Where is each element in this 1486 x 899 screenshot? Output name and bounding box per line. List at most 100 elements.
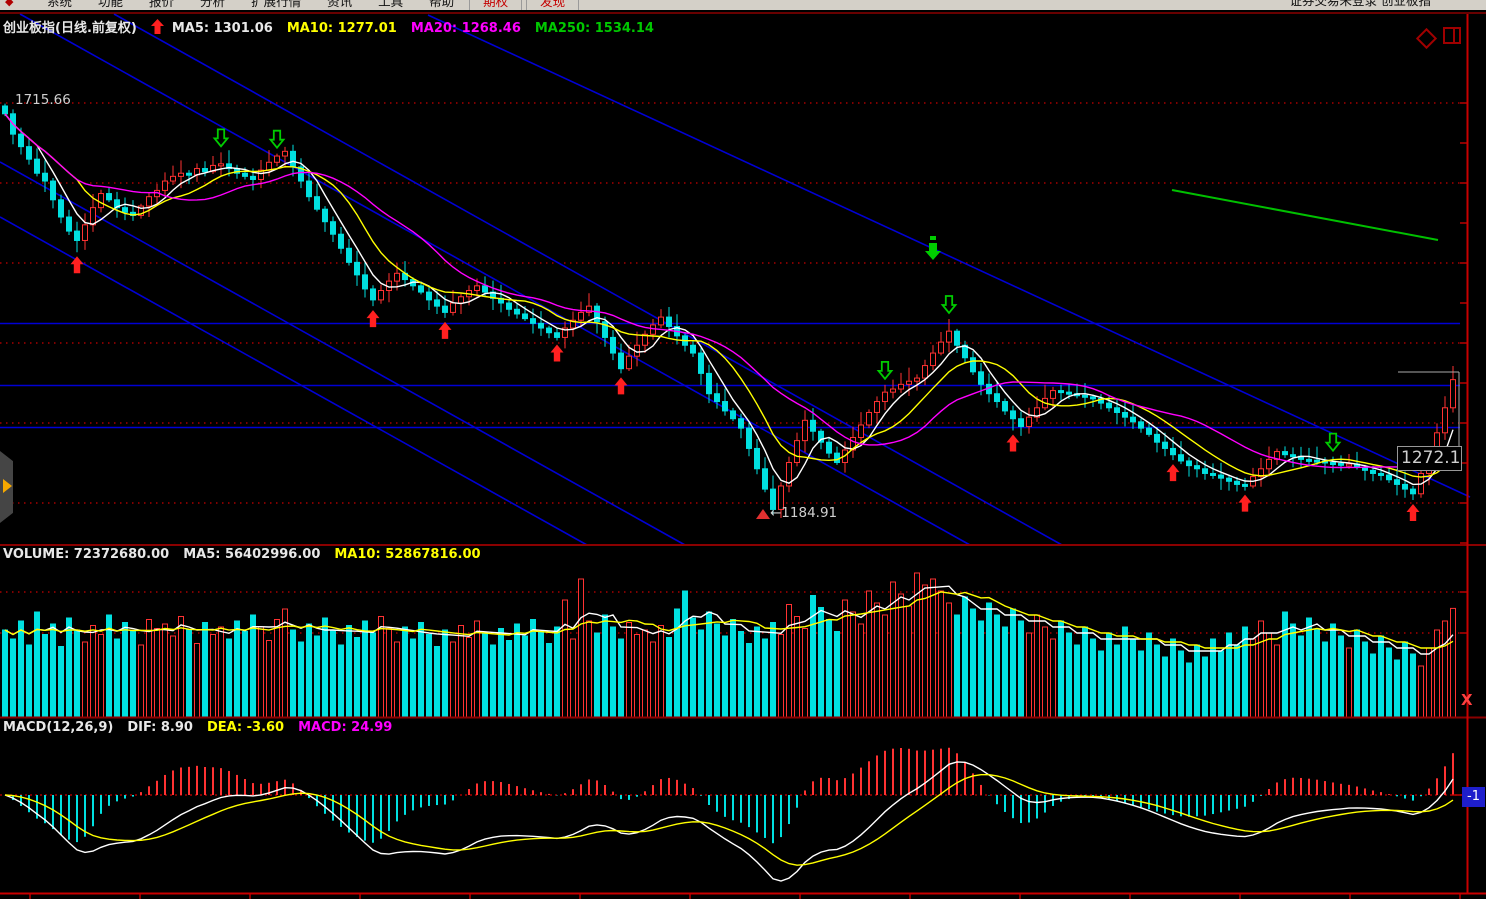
volume-bar: [339, 645, 344, 717]
volume-bar: [1163, 657, 1168, 717]
candle: [83, 225, 88, 241]
volume-bar: [531, 620, 536, 718]
candle: [859, 425, 864, 438]
candle: [395, 273, 400, 281]
volume-bar: [323, 618, 328, 717]
volume-bar: [595, 633, 600, 717]
ma250-value: MA250: 1534.14: [535, 21, 654, 36]
volume-bar: [1323, 642, 1328, 717]
candle: [595, 306, 600, 322]
volume-ma5-value: MA5: 56402996.00: [183, 547, 320, 562]
volume-bar: [499, 629, 504, 718]
volume-bar: [1371, 654, 1376, 717]
chart-graphics[interactable]: [0, 0, 1486, 899]
candle: [163, 181, 168, 190]
volume-bar: [659, 626, 664, 718]
volume-bar: [779, 635, 784, 718]
candle: [755, 448, 760, 468]
volume-bar: [11, 639, 16, 717]
volume-bar: [275, 620, 280, 718]
volume-bar: [387, 629, 392, 718]
volume-bar: [691, 618, 696, 717]
candle: [1003, 402, 1008, 411]
volume-bar: [1115, 645, 1120, 717]
candle: [723, 402, 728, 411]
volume-bar: [1003, 627, 1008, 717]
candle: [1403, 484, 1408, 489]
candle: [283, 151, 288, 156]
volume-bar: [1131, 639, 1136, 717]
volume-bar: [547, 644, 552, 718]
volume-bar: [1203, 657, 1208, 717]
volume-bar: [1027, 633, 1032, 717]
volume-bar: [883, 615, 888, 717]
volume-bar: [51, 624, 56, 717]
candle: [1331, 463, 1336, 465]
diamond-icon[interactable]: [1416, 28, 1437, 49]
volume-bar: [483, 633, 488, 717]
volume-bar: [219, 627, 224, 717]
volume-bar: [123, 623, 128, 718]
candle: [1059, 391, 1064, 393]
volume-bar: [1051, 639, 1056, 717]
volume-bar: [99, 635, 104, 718]
candle: [243, 173, 248, 176]
volume-bar: [451, 642, 456, 717]
candle: [691, 345, 696, 353]
candle: [827, 442, 832, 453]
volume-bar: [347, 626, 352, 718]
volume-bar: [715, 624, 720, 717]
volume-bar: [403, 627, 408, 717]
last-price-box: 1272.1: [1397, 446, 1462, 471]
split-window-icon[interactable]: [1443, 27, 1461, 44]
volume-bar: [827, 620, 832, 718]
candle: [1155, 434, 1160, 442]
volume-bar: [259, 627, 264, 717]
candle: [907, 381, 912, 384]
panel-close-button[interactable]: X: [1461, 691, 1473, 709]
trading-app-window: ◆ 系统功能报价分析扩展行情资讯工具帮助期权发现 证券交易未登录 创业板指 创业…: [0, 0, 1486, 899]
volume-bar: [1091, 639, 1096, 717]
macd-value: MACD: 24.99: [298, 720, 392, 735]
volume-bar: [579, 579, 584, 717]
kline-header: 创业板指(日线.前复权)MA5: 1301.06MA10: 1277.01MA2…: [3, 17, 668, 36]
candle: [531, 319, 536, 324]
volume-bar: [1283, 612, 1288, 717]
volume-bar: [1427, 648, 1432, 717]
volume-bar: [3, 630, 8, 717]
candle: [51, 181, 56, 200]
candle: [203, 169, 208, 172]
volume-bar: [563, 600, 568, 717]
candle: [1451, 380, 1456, 408]
candle: [443, 306, 448, 312]
volume-bar: [931, 579, 936, 717]
volume-bar: [235, 621, 240, 717]
volume-bar: [427, 635, 432, 718]
macd-name: MACD(12,26,9): [3, 720, 113, 735]
volume-bar: [763, 639, 768, 717]
candle: [979, 372, 984, 385]
volume-bar: [755, 627, 760, 717]
volume-bar: [155, 629, 160, 718]
volume-bar: [491, 645, 496, 717]
candle: [267, 162, 272, 170]
macd-header: MACD(12,26,9)DIF: 8.90DEA: -3.60MACD: 24…: [3, 720, 406, 735]
candle: [579, 312, 584, 320]
volume-bar: [171, 636, 176, 717]
sidebar-drawer-handle[interactable]: [0, 451, 13, 523]
low-marker-icon: [756, 509, 770, 519]
candle: [1163, 442, 1168, 448]
candle: [363, 275, 368, 289]
chart-canvas[interactable]: 创业板指(日线.前复权)MA5: 1301.06MA10: 1277.01MA2…: [0, 0, 1486, 899]
volume-bar: [1179, 651, 1184, 717]
volume-bar: [987, 603, 992, 717]
candle: [1227, 478, 1232, 481]
volume-bar: [475, 621, 480, 717]
volume-bar: [1267, 633, 1272, 717]
candle: [483, 286, 488, 292]
volume-bar: [667, 638, 672, 718]
volume-bar: [91, 626, 96, 718]
candle: [1187, 461, 1192, 466]
candle: [627, 356, 632, 369]
volume-bar: [1291, 624, 1296, 717]
